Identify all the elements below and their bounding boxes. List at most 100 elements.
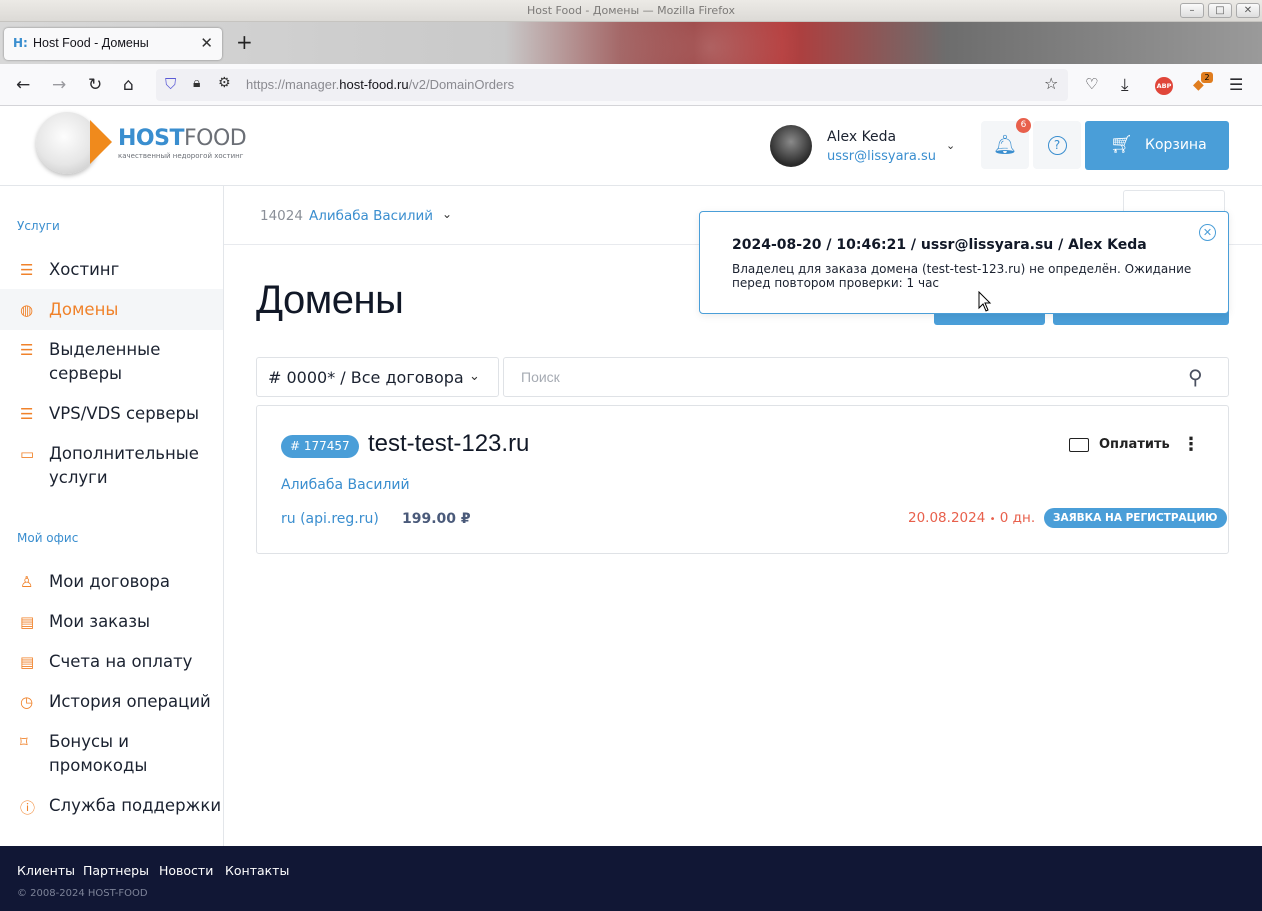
notifications-badge: 6 [1016, 118, 1031, 133]
logo-wordmark[interactable]: HOSTFOOD [118, 126, 247, 151]
window-titlebar: Host Food - Домены — Mozilla Firefox – □… [0, 0, 1262, 22]
help-button[interactable]: ? [1033, 121, 1081, 169]
user-name[interactable]: Alex Keda [827, 129, 896, 145]
lock-icon[interactable]: 🔒︎ [193, 75, 200, 91]
user-icon: ♙ [20, 573, 34, 591]
sidebar-item-label: Бонусы и промокоды [49, 732, 148, 775]
sidebar-item-label: Мои договора [49, 572, 170, 591]
back-button[interactable]: ← [16, 75, 30, 95]
cart-label: Корзина [1145, 137, 1207, 153]
sidebar-item-extras[interactable]: ▭ Дополнительные услуги [0, 442, 223, 490]
cart-button[interactable]: 🛒︎ Корзина [1085, 121, 1229, 170]
sidebar-item-orders[interactable]: ▤ Мои заказы [0, 610, 223, 634]
home-button[interactable]: ⌂ [123, 75, 134, 95]
url-text[interactable]: https://manager.host-food.ru/v2/DomainOr… [246, 77, 514, 92]
sidebar-item-label: VPS/VDS серверы [49, 404, 200, 423]
sidebar-item-bonuses[interactable]: ⌑ Бонусы и промокоды [0, 730, 223, 778]
sidebar-section-office: Мой офис [17, 531, 79, 545]
footer-link-clients[interactable]: Клиенты [17, 863, 75, 878]
vps-icon: ☰ [20, 405, 34, 423]
sidebar-section-services: Услуги [17, 219, 60, 233]
downloads-icon[interactable]: ⤓ [1121, 75, 1129, 95]
extension-badge: 2 [1201, 72, 1213, 83]
close-window-button[interactable]: ✕ [1236, 3, 1260, 18]
footer-link-partners[interactable]: Партнеры [83, 863, 149, 878]
theme-decoration [560, 22, 860, 64]
adblock-icon[interactable]: ABP [1155, 77, 1173, 95]
orders-icon: ▤ [20, 613, 35, 631]
sidebar-item-label: Дополнительные услуги [49, 444, 199, 487]
notification-popup: 2024-08-20 / 10:46:21 / ussr@lissyara.su… [699, 211, 1229, 314]
contract-number: 14024 [260, 208, 303, 224]
order-date: 20.08.2024 • 0 дн. [908, 510, 1036, 526]
avatar[interactable] [770, 125, 812, 167]
tab-title: Host Food - Домены [33, 36, 149, 50]
sidebar-item-hosting[interactable]: ☰ Хостинг [0, 258, 223, 282]
chevron-down-icon[interactable]: ⌄ [946, 139, 955, 152]
order-price: 199.00 ₽ [402, 511, 471, 527]
sidebar-item-label: Хостинг [49, 260, 120, 279]
menu-icon[interactable]: ☰ [1229, 75, 1243, 94]
stack-icon: ☰ [20, 261, 34, 279]
sidebar-item-label: Выделенные серверы [49, 340, 161, 383]
page-title: Домены [256, 278, 404, 322]
order-owner[interactable]: Алибаба Василий [281, 477, 410, 493]
logo-plate-icon[interactable] [36, 112, 98, 174]
user-email[interactable]: ussr@lissyara.su [827, 149, 936, 164]
order-id-badge[interactable]: # 177457 [281, 435, 359, 458]
sidebar-item-label: История операций [49, 692, 211, 711]
more-options-icon[interactable]: ⋮ [1182, 434, 1200, 455]
minimize-button[interactable]: – [1180, 3, 1204, 18]
sidebar-item-label: Счета на оплату [49, 652, 193, 671]
bookmark-star-icon[interactable]: ☆ [1044, 74, 1058, 93]
sidebar-item-contracts[interactable]: ♙ Мои договора [0, 570, 223, 594]
chevron-down-icon[interactable]: ⌄ [442, 207, 452, 221]
reload-button[interactable]: ↻ [88, 75, 102, 95]
sidebar: Услуги ☰ Хостинг ◍ Домены ☰ Выделенные с… [0, 186, 224, 846]
question-icon: ? [1047, 136, 1067, 155]
permissions-icon[interactable]: ⚙ [218, 75, 231, 91]
help-icon: ⓘ [20, 799, 36, 817]
navigation-toolbar: ← → ↻ ⌂ ⛉ 🔒︎ ⚙ https://manager.host-food… [0, 64, 1262, 106]
notification-body: Владелец для заказа домена (test-test-12… [732, 262, 1192, 290]
invoice-icon: ▤ [20, 653, 35, 671]
sidebar-item-invoices[interactable]: ▤ Счета на оплату [0, 650, 223, 674]
chevron-down-icon: ⌄ [469, 369, 480, 384]
sidebar-item-label: Мои заказы [49, 612, 151, 631]
sidebar-item-label: Домены [49, 300, 119, 319]
sidebar-item-dedicated[interactable]: ☰ Выделенные серверы [0, 338, 223, 386]
sidebar-item-vps[interactable]: ☰ VPS/VDS серверы [0, 402, 223, 426]
domain-name[interactable]: test-test-123.ru [368, 430, 529, 458]
site-footer: Клиенты Партнеры Новости Контакты © 2008… [0, 846, 1262, 911]
close-icon[interactable]: ✕ [1199, 224, 1216, 241]
contract-selector[interactable]: Алибаба Василий [309, 208, 433, 224]
history-icon: ◷ [20, 693, 34, 711]
new-tab-button[interactable]: + [236, 30, 253, 54]
sidebar-item-history[interactable]: ◷ История операций [0, 690, 223, 714]
url-bar[interactable]: ⛉ 🔒︎ ⚙ https://manager.host-food.ru/v2/D… [156, 69, 1068, 101]
footer-link-contacts[interactable]: Контакты [225, 863, 289, 878]
site-header: HOSTFOOD качественный недорогой хостинг … [0, 106, 1262, 186]
close-tab-icon[interactable]: ✕ [200, 34, 213, 52]
domain-zone: ru (api.reg.ru) [281, 511, 379, 527]
forward-button[interactable]: → [52, 75, 66, 95]
browser-tab-active[interactable]: H: Host Food - Домены ✕ [4, 28, 222, 60]
sidebar-item-domains[interactable]: ◍ Домены [0, 289, 223, 330]
contract-filter-value: # 0000* / Все договора [268, 368, 464, 387]
sidebar-item-support[interactable]: ⓘ Служба поддержки [0, 794, 223, 818]
extras-icon: ▭ [20, 445, 35, 463]
search-icon[interactable]: ⚲ [1188, 365, 1203, 389]
domain-order-card: # 177457 test-test-123.ru Оплатить ⋮ Али… [256, 405, 1229, 554]
logo-arrow-icon [90, 120, 112, 164]
sidebar-item-label: Служба поддержки [49, 796, 222, 815]
maximize-button[interactable]: □ [1208, 3, 1232, 18]
site-favicon: H: [13, 36, 28, 50]
window-title: Host Food - Домены — Mozilla Firefox [527, 4, 735, 17]
mouse-cursor-icon [978, 291, 992, 312]
contract-filter-select[interactable]: # 0000* / Все договора ⌄ [256, 357, 499, 397]
server-icon: ☰ [20, 341, 34, 359]
footer-link-news[interactable]: Новости [159, 863, 213, 878]
shield-icon[interactable]: ⛉ [165, 75, 176, 93]
search-input[interactable] [505, 359, 1165, 395]
pocket-icon[interactable]: ♡ [1085, 75, 1098, 93]
